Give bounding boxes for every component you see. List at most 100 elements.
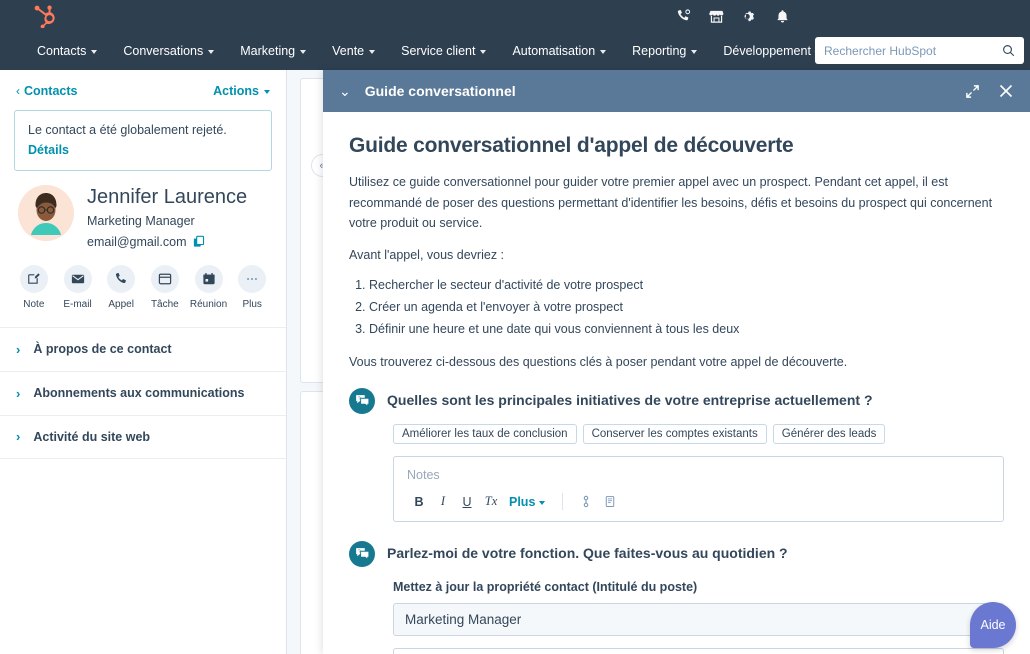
quick-action-email[interactable]: E-mail: [56, 265, 100, 310]
nav-item-conversations[interactable]: Conversations: [110, 32, 227, 70]
chevron-down-icon: [208, 50, 214, 54]
marketplace-icon[interactable]: [709, 9, 724, 24]
list-item: Définir une heure et une date qui vous c…: [369, 319, 1004, 341]
nav-item-contacts[interactable]: Contacts: [24, 32, 110, 70]
speech-bubble-question-icon: ?: [349, 388, 375, 414]
topbar-icon-group: [676, 0, 790, 32]
notes-editor[interactable]: Notes B I U Tx Plus: [393, 456, 1004, 522]
chevron-down-icon[interactable]: ⌄: [339, 84, 351, 98]
quick-action-task[interactable]: Tâche: [143, 265, 187, 310]
sidebar-top-row: ‹ Contacts Actions: [0, 70, 286, 98]
alert-message: Le contact a été globalement rejeté.: [28, 122, 258, 140]
notes-editor[interactable]: Notes B I U Tx Plus: [393, 648, 1004, 654]
chevron-down-icon: [91, 50, 97, 54]
chevron-right-icon: ›: [16, 343, 20, 356]
nav-label: Conversations: [123, 44, 203, 58]
playbook-outro: Vous trouverez ci-dessous des questions …: [349, 355, 1004, 369]
playbook-question-2: ? Parlez-moi de votre fonction. Que fait…: [349, 544, 1004, 654]
chevron-down-icon: [600, 50, 606, 54]
question-text: Parlez-moi de votre fonction. Que faites…: [387, 544, 788, 563]
more-ellipsis-icon: [238, 265, 266, 293]
contact-email-row: email@gmail.com: [87, 235, 247, 249]
playbook-question-1: ? Quelles sont les principales initiativ…: [349, 391, 1004, 522]
sidebar-accordion: › À propos de ce contact › Abonnements a…: [0, 327, 286, 459]
quick-action-label: Réunion: [190, 299, 227, 310]
nav-label: Vente: [332, 44, 364, 58]
contact-job-title: Marketing Manager: [87, 214, 247, 228]
search-input[interactable]: [824, 44, 1002, 58]
calendar-icon: [195, 265, 223, 293]
toolbar-divider: [562, 493, 563, 510]
nav-item-reporting[interactable]: Reporting: [619, 32, 710, 70]
chevron-down-icon: [480, 50, 486, 54]
settings-gear-icon[interactable]: [742, 9, 757, 24]
help-button[interactable]: Aide: [970, 602, 1016, 648]
playbook-title: Guide conversationnel d'appel de découve…: [349, 134, 1004, 158]
alert-details-link[interactable]: Détails: [28, 143, 69, 157]
sidebar-section-website-activity[interactable]: › Activité du site web: [0, 415, 286, 459]
question-header: ? Quelles sont les principales initiativ…: [349, 391, 1004, 414]
underline-button[interactable]: U: [455, 492, 479, 512]
quick-action-label: Appel: [108, 299, 134, 310]
chevron-down-icon: [539, 501, 545, 505]
svg-text:?: ?: [357, 549, 360, 555]
answer-chip[interactable]: Améliorer les taux de conclusion: [393, 424, 577, 444]
nav-item-vente[interactable]: Vente: [319, 32, 388, 70]
nav-item-marketing[interactable]: Marketing: [227, 32, 319, 70]
chevron-down-icon: [264, 90, 270, 94]
hubspot-logo[interactable]: [33, 4, 59, 28]
bold-button[interactable]: B: [407, 492, 431, 512]
expand-diagonal-icon[interactable]: [965, 84, 980, 99]
contact-profile: Jennifer Laurence Marketing Manager emai…: [0, 171, 286, 249]
rejected-alert: Le contact a été globalement rejeté. Dét…: [14, 110, 272, 171]
before-call-label: Avant l'appel, vous devriez :: [349, 248, 1004, 262]
actions-dropdown[interactable]: Actions: [213, 84, 270, 98]
playbook-panel-header: ⌄ Guide conversationnel: [323, 70, 1030, 112]
link-icon[interactable]: [574, 492, 598, 512]
note-icon: [20, 265, 48, 293]
nav-item-service-client[interactable]: Service client: [388, 32, 499, 70]
more-formatting-dropdown[interactable]: Plus: [503, 495, 551, 509]
svg-text:?: ?: [357, 396, 360, 402]
quick-action-label: Plus: [242, 299, 261, 310]
nav-label: Marketing: [240, 44, 295, 58]
playbook-intro: Utilisez ce guide conversationnel pour g…: [349, 172, 1004, 234]
help-label: Aide: [980, 618, 1005, 632]
quick-action-label: E-mail: [63, 299, 91, 310]
quick-action-more[interactable]: Plus: [230, 265, 274, 310]
quick-action-call[interactable]: Appel: [99, 265, 143, 310]
notes-placeholder: Notes: [407, 468, 990, 482]
contact-details: Jennifer Laurence Marketing Manager emai…: [87, 185, 247, 249]
chevron-right-icon: ›: [16, 387, 20, 400]
close-x-icon[interactable]: [998, 83, 1014, 99]
phone-icon[interactable]: [676, 9, 691, 24]
nav-item-automatisation[interactable]: Automatisation: [499, 32, 619, 70]
chevron-right-icon: ›: [16, 430, 20, 443]
clear-formatting-button[interactable]: Tx: [479, 492, 503, 512]
snippet-icon[interactable]: [598, 492, 622, 512]
section-label: Activité du site web: [33, 430, 150, 444]
chevron-down-icon: [369, 50, 375, 54]
global-search[interactable]: [815, 37, 1024, 64]
speech-bubble-question-icon: ?: [349, 541, 375, 567]
before-call-steps: Rechercher le secteur d'activité de votr…: [369, 275, 1004, 341]
top-utility-bar: [0, 0, 1030, 32]
copy-icon[interactable]: [193, 235, 205, 248]
italic-button[interactable]: I: [431, 492, 455, 512]
sidebar-section-communication-subscriptions[interactable]: › Abonnements aux communications: [0, 371, 286, 415]
quick-action-meeting[interactable]: Réunion: [187, 265, 231, 310]
job-title-property-input[interactable]: Marketing Manager: [393, 603, 1004, 636]
playbook-content: Guide conversationnel d'appel de découve…: [323, 112, 1030, 654]
chevron-down-icon: [300, 50, 306, 54]
list-item: Créer un agenda et l'envoyer à votre pro…: [369, 297, 1004, 319]
answer-chip[interactable]: Conserver les comptes existants: [583, 424, 767, 444]
question-text: Quelles sont les principales initiatives…: [387, 391, 873, 410]
main-navigation-bar: Contacts Conversations Marketing Vente S…: [0, 32, 1030, 70]
sidebar-section-about-contact[interactable]: › À propos de ce contact: [0, 327, 286, 371]
breadcrumb-contacts[interactable]: ‹ Contacts: [16, 84, 77, 98]
quick-action-label: Tâche: [151, 299, 179, 310]
answer-chip[interactable]: Générer des leads: [773, 424, 886, 444]
contact-name: Jennifer Laurence: [87, 185, 247, 209]
quick-action-note[interactable]: Note: [12, 265, 56, 310]
notifications-bell-icon[interactable]: [775, 9, 790, 24]
